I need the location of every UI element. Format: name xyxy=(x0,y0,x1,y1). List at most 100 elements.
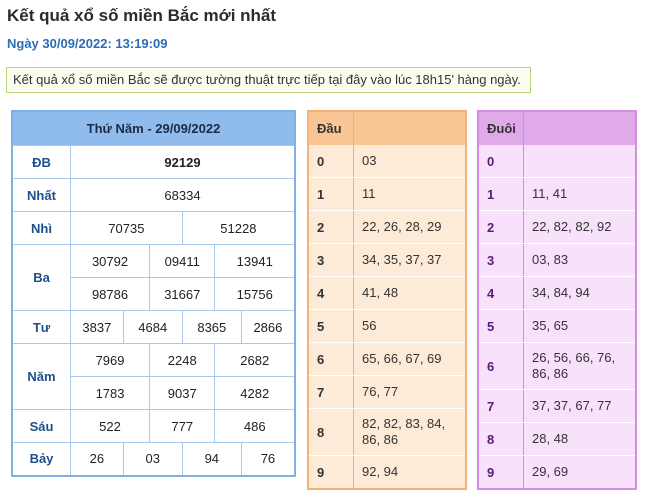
prize-value: 3837 xyxy=(70,310,124,344)
duoi-key: 1 xyxy=(478,177,524,211)
dau-value: 76, 77 xyxy=(353,375,466,409)
prize-row-db: ĐB 92129 xyxy=(11,145,296,179)
dau-value: 92, 94 xyxy=(353,455,466,490)
prize-value: 03 xyxy=(122,442,183,476)
prize-value: 51228 xyxy=(181,211,296,245)
prize-label: Sáu xyxy=(11,409,71,443)
duoi-header: Đuôi xyxy=(478,111,524,145)
prize-value: 2248 xyxy=(149,343,216,377)
prize-value: 7969 xyxy=(69,343,151,377)
dau-key: 0 xyxy=(308,145,354,178)
prize-label: Ba xyxy=(11,244,71,311)
prize-label: Năm xyxy=(11,343,71,410)
page-title: Kết quả xổ số miền Bắc mới nhất xyxy=(7,6,277,25)
table-row: 8 28, 48 xyxy=(478,422,636,456)
duoi-value: 34, 84, 94 xyxy=(523,276,636,310)
table-row: 1 11 xyxy=(308,177,466,211)
duoi-value: 11, 41 xyxy=(523,177,636,211)
dau-value: 65, 66, 67, 69 xyxy=(353,342,466,376)
duoi-key: 8 xyxy=(478,422,524,456)
dau-value: 11 xyxy=(353,177,466,211)
prize-value: 522 xyxy=(69,409,151,443)
prize-row-nam: Năm 7969 2248 2682 xyxy=(11,343,296,410)
table-row: 2 22, 26, 28, 29 xyxy=(308,210,466,244)
dau-value: 22, 26, 28, 29 xyxy=(353,210,466,244)
dau-key: 2 xyxy=(308,210,354,244)
prize-value: 76 xyxy=(240,442,296,476)
result-table: Thứ Năm - 29/09/2022 ĐB 92129 Nhất 68334… xyxy=(11,110,296,477)
prize-row-tu: Tư 3837 4684 8365 2866 xyxy=(11,310,296,344)
prize-value: 4282 xyxy=(214,376,296,410)
duoi-header-blank xyxy=(523,111,636,145)
duoi-value: 03, 83 xyxy=(523,243,636,277)
duoi-key: 6 xyxy=(478,342,524,390)
duoi-key: 2 xyxy=(478,210,524,244)
prize-value: 486 xyxy=(214,409,296,443)
prize-value: 31667 xyxy=(149,277,216,311)
prize-value: 2866 xyxy=(240,310,296,344)
duoi-key: 4 xyxy=(478,276,524,310)
duoi-key: 5 xyxy=(478,309,524,343)
prize-value: 68334 xyxy=(70,178,296,212)
table-row: 8 82, 82, 83, 84, 86, 86 xyxy=(308,408,466,456)
dau-rows: 0 03 1 11 2 22, 26, 28, 29 3 34, 35, 37, 37 … xyxy=(308,145,466,490)
dau-key: 8 xyxy=(308,408,354,456)
dau-key: 7 xyxy=(308,375,354,409)
prize-row-nhat: Nhất 68334 xyxy=(11,178,296,212)
dau-value: 34, 35, 37, 37 xyxy=(353,243,466,277)
table-row: 3 34, 35, 37, 37 xyxy=(308,243,466,277)
duoi-value: 26, 56, 66, 76, 86, 86 xyxy=(523,342,636,390)
table-row: 4 41, 48 xyxy=(308,276,466,310)
duoi-value: 22, 82, 82, 92 xyxy=(523,210,636,244)
prize-value: 70735 xyxy=(70,211,183,245)
dau-key: 3 xyxy=(308,243,354,277)
dau-key: 9 xyxy=(308,455,354,490)
duoi-value: 37, 37, 67, 77 xyxy=(523,389,636,423)
table-row: 4 34, 84, 94 xyxy=(478,276,636,310)
special-prize-value: 92129 xyxy=(70,145,296,179)
table-row: 7 37, 37, 67, 77 xyxy=(478,389,636,423)
dau-value: 82, 82, 83, 84, 86, 86 xyxy=(353,408,466,456)
prize-row-nhi: Nhì 70735 51228 xyxy=(11,211,296,245)
prize-value: 4684 xyxy=(122,310,183,344)
duoi-table: Đuôi 0 1 11, 41 2 22, 82, 82, 92 3 03, 83 4… xyxy=(477,110,637,490)
result-table-header: Thứ Năm - 29/09/2022 xyxy=(11,110,296,146)
table-row: 1 11, 41 xyxy=(478,177,636,211)
prize-value: 2682 xyxy=(214,343,296,377)
duoi-value: 35, 65 xyxy=(523,309,636,343)
table-row: 3 03, 83 xyxy=(478,243,636,277)
prize-value: 98786 xyxy=(69,277,151,311)
prize-row-ba: Ba 30792 09411 13941 xyxy=(11,244,296,311)
prize-value: 777 xyxy=(149,409,216,443)
prize-row-bay: Bảy 26 03 94 76 xyxy=(11,442,296,476)
dau-value: 41, 48 xyxy=(353,276,466,310)
prize-label: Nhì xyxy=(11,211,71,245)
table-row: 2 22, 82, 82, 92 xyxy=(478,210,636,244)
table-row: 9 92, 94 xyxy=(308,455,466,490)
prize-value: 26 xyxy=(70,442,124,476)
dau-key: 1 xyxy=(308,177,354,211)
prize-value: 94 xyxy=(181,442,242,476)
prize-label: Bảy xyxy=(11,442,71,476)
notice-box: Kết quả xổ số miền Bắc sẽ được tường thu… xyxy=(6,67,531,93)
duoi-value: 28, 48 xyxy=(523,422,636,456)
result-date: Ngày 30/09/2022: 13:19:09 xyxy=(7,36,168,51)
prize-value: 13941 xyxy=(214,244,296,278)
table-row: 9 29, 69 xyxy=(478,455,636,490)
prize-value: 30792 xyxy=(69,244,151,278)
prize-label: ĐB xyxy=(11,145,71,179)
prize-value: 9037 xyxy=(149,376,216,410)
prize-label: Nhất xyxy=(11,178,71,212)
dau-value: 56 xyxy=(353,309,466,343)
prize-value: 1783 xyxy=(69,376,151,410)
duoi-rows: 0 1 11, 41 2 22, 82, 82, 92 3 03, 83 4 34, 8… xyxy=(478,145,636,490)
table-row: 0 03 xyxy=(308,145,466,178)
prize-label: Tư xyxy=(11,310,71,344)
table-row: 6 26, 56, 66, 76, 86, 86 xyxy=(478,342,636,390)
table-row: 7 76, 77 xyxy=(308,375,466,409)
table-row: 5 35, 65 xyxy=(478,309,636,343)
dau-header-blank xyxy=(353,111,466,145)
table-row: 6 65, 66, 67, 69 xyxy=(308,342,466,376)
prize-value: 09411 xyxy=(149,244,216,278)
prize-row-sau: Sáu 522 777 486 xyxy=(11,409,296,443)
